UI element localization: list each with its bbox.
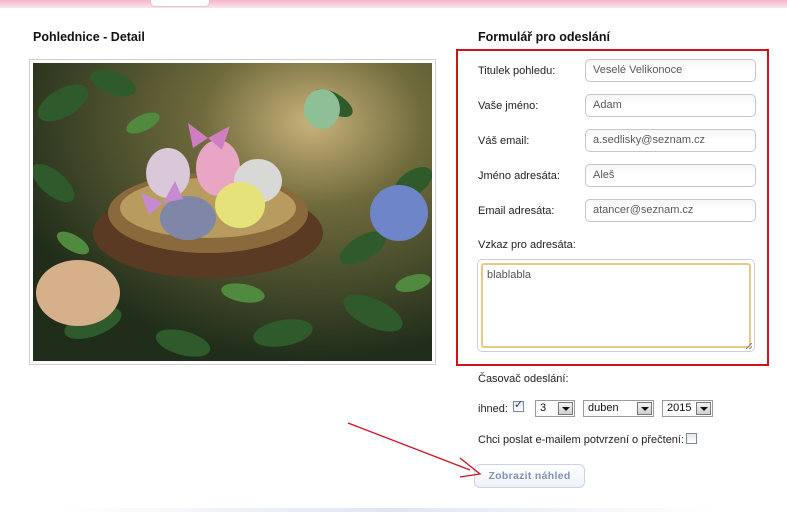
- annotation-arrow-icon: [347, 422, 482, 478]
- bottom-divider: [60, 508, 720, 512]
